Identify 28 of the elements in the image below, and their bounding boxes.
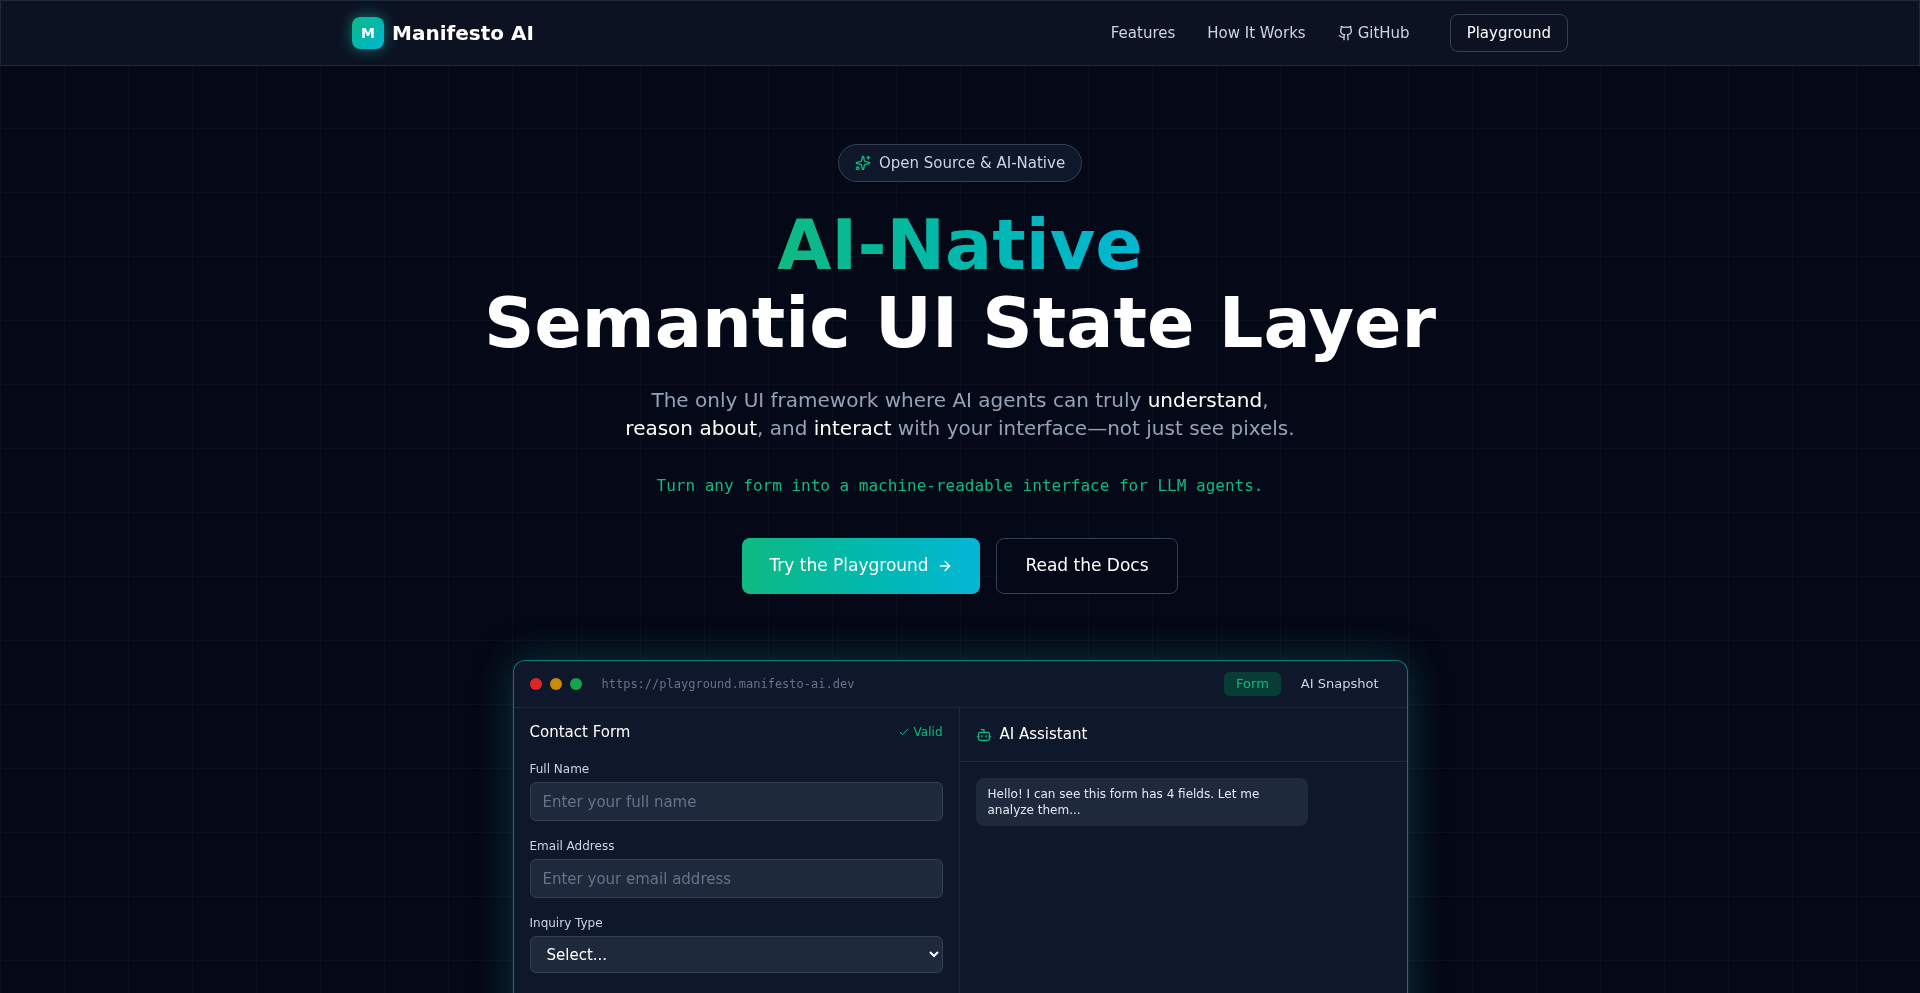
- subtitle: The only UI framework where AI agents can truly understand, reason about, and interact with your interface—not just see pixels.: [625, 387, 1295, 442]
- assistant-title: AI Assistant: [999, 724, 1088, 746]
- view-tab[interactable]: AI Snapshot: [1288, 672, 1391, 696]
- form-title: Contact Form: [529, 721, 631, 743]
- input-field[interactable]: Enter your email address: [529, 859, 943, 898]
- badge: Open Source & AI-Native: [837, 144, 1083, 182]
- inquiry-select[interactable]: Select...: [529, 936, 943, 973]
- playground-button[interactable]: Playground: [1449, 14, 1568, 52]
- input-field[interactable]: Enter your full name: [529, 782, 943, 821]
- view-tab[interactable]: Form: [1224, 672, 1281, 696]
- tagline: Turn any form into a machine-readable interface for LLM agents.: [656, 475, 1264, 497]
- nav-link[interactable]: How It Works: [1207, 21, 1306, 45]
- field-label: Inquiry Type: [529, 915, 604, 932]
- logo-icon: M: [352, 17, 384, 49]
- sparkles-icon: [854, 155, 871, 171]
- github-icon: [1337, 25, 1354, 41]
- robot-icon: [975, 726, 992, 743]
- nav-link[interactable]: GitHub: [1337, 21, 1410, 45]
- url-text: https://playground.manifesto-ai.dev: [601, 676, 855, 693]
- chat-message: Hello! I can see this form has 4 fields. Let me analyze them...: [975, 778, 1308, 826]
- field-label: Email Address: [529, 838, 616, 855]
- headline: Semantic UI State Layer: [483, 284, 1437, 362]
- valid-status: Valid: [897, 723, 943, 741]
- brand-name: Manifesto AI: [392, 20, 534, 47]
- nav-link[interactable]: Features: [1110, 21, 1176, 45]
- field-label: Full Name: [529, 761, 591, 778]
- read-docs-button[interactable]: Read the Docs: [996, 538, 1178, 594]
- check-icon: [897, 726, 910, 738]
